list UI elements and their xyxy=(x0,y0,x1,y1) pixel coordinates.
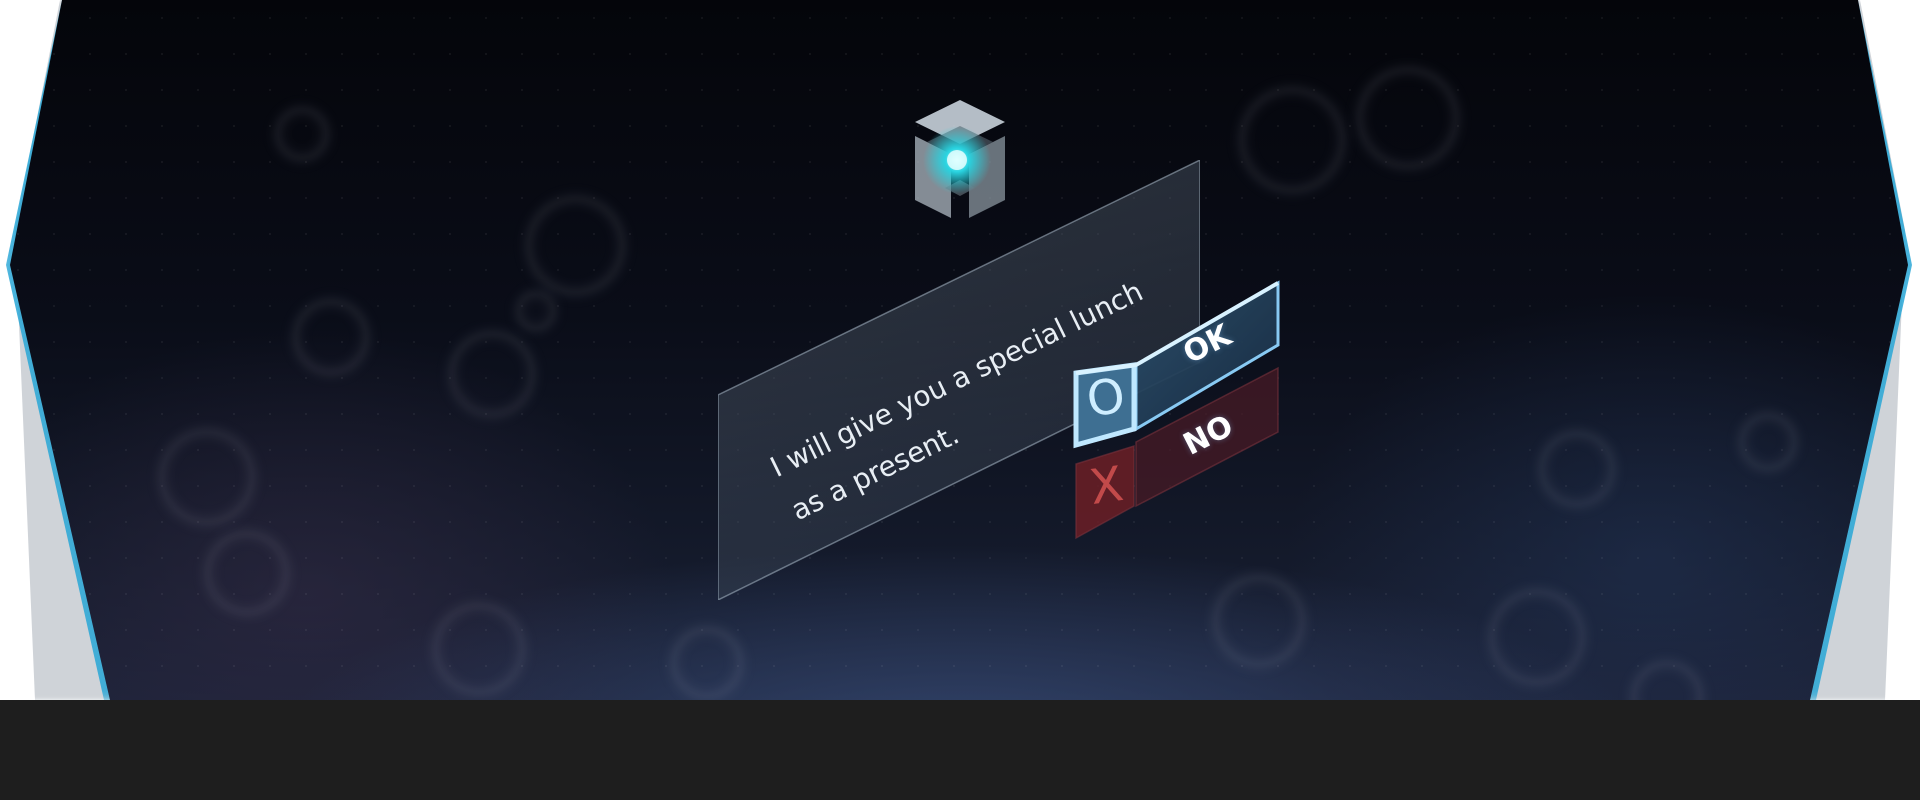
bokeh-particle xyxy=(204,530,290,616)
bokeh-particle xyxy=(292,298,370,376)
bokeh-particle xyxy=(448,330,536,418)
bokeh-particle xyxy=(1356,66,1460,170)
bokeh-particle xyxy=(1488,588,1586,686)
bokeh-particle xyxy=(1212,574,1306,668)
bokeh-particle xyxy=(1738,412,1798,472)
bokeh-particle xyxy=(1238,86,1346,194)
no-button-shape[interactable] xyxy=(1074,366,1284,546)
bokeh-particle xyxy=(432,602,526,696)
game-screen: I will give you a special lunch as a pre… xyxy=(0,0,1920,700)
bokeh-particle xyxy=(525,195,626,296)
bokeh-particle xyxy=(1630,660,1704,700)
bokeh-particle xyxy=(670,626,744,700)
bokeh-particle xyxy=(1538,430,1616,508)
bottom-bar xyxy=(0,700,1920,800)
bokeh-particle xyxy=(274,106,330,162)
bokeh-particle xyxy=(515,290,557,332)
bokeh-particle xyxy=(158,428,256,526)
